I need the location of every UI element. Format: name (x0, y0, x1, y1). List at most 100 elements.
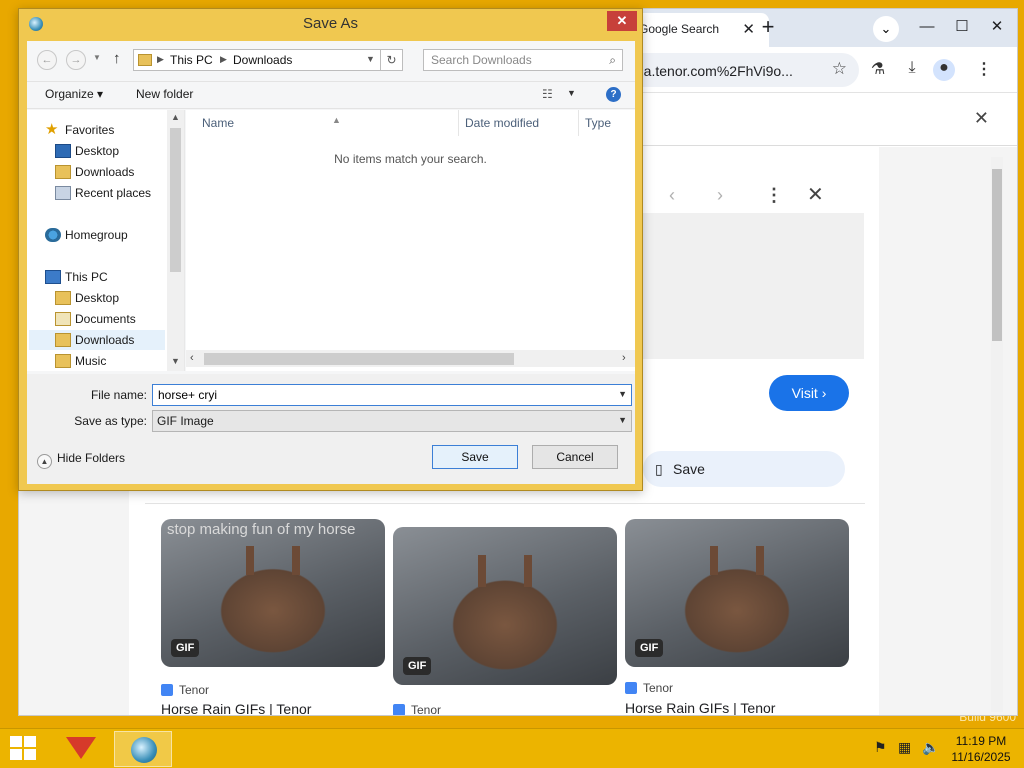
gif-result-card[interactable]: stop making fun of my horse GIF (161, 519, 385, 667)
visit-button[interactable]: Visit › (769, 375, 849, 411)
horse-image (246, 545, 300, 576)
save-as-type-dropdown-icon[interactable]: ▼ (618, 415, 627, 425)
system-clock[interactable]: 11:19 PM 11/16/2025 (946, 733, 1016, 765)
labs-flask-icon[interactable]: ⚗ (867, 59, 889, 81)
back-arrow-icon[interactable]: ← (37, 50, 57, 70)
scroll-left-icon[interactable]: ‹ (190, 352, 194, 364)
refresh-icon[interactable]: ↻ (381, 49, 403, 71)
view-dropdown-icon[interactable]: ▼ (567, 88, 576, 98)
divider (145, 503, 865, 504)
column-header-date-modified[interactable]: Date modified (458, 110, 578, 136)
command-bar: Organize ▾ New folder ☷ ▼ ? (27, 81, 635, 109)
save-as-type-select[interactable]: GIF Image ▼ (152, 410, 632, 432)
scrollbar-thumb[interactable] (170, 128, 181, 272)
tree-item-favorites[interactable]: ★ Favorites (45, 120, 165, 140)
result-title[interactable]: Horse Rain GIFs | Tenor (625, 700, 775, 715)
maximize-button[interactable]: ☐ (944, 13, 980, 41)
taskbar-app-globe-icon[interactable] (114, 731, 172, 767)
tree-item-recent-places[interactable]: Recent places (55, 183, 165, 203)
new-folder-button[interactable]: New folder (136, 87, 193, 101)
bookmark-icon: ▯ (655, 461, 663, 477)
breadcrumb-chevron-icon[interactable]: ▶ (157, 54, 164, 65)
tree-item-documents[interactable]: Documents (55, 309, 165, 329)
tree-item-this-pc[interactable]: This PC (45, 267, 165, 287)
breadcrumb-downloads[interactable]: Downloads (233, 53, 292, 67)
image-preview (629, 213, 864, 359)
homegroup-icon (45, 228, 61, 242)
recent-locations-chevron-icon[interactable]: ▼ (93, 53, 101, 62)
address-bar[interactable]: edia.tenor.com%2FhVi9o... ☆ (609, 53, 859, 87)
dialog-close-button[interactable]: ✕ (607, 11, 637, 31)
address-dropdown-icon[interactable]: ▼ (366, 54, 375, 64)
result-source[interactable]: Tenor (161, 683, 209, 697)
help-icon[interactable]: ? (606, 87, 621, 102)
search-downloads[interactable]: ⌕ (423, 49, 623, 71)
result-title[interactable]: Horse Rain GIFs | Tenor (161, 701, 311, 715)
minimize-button[interactable]: — (909, 13, 945, 41)
infobar-close-icon[interactable]: ✕ (974, 108, 989, 129)
result-source[interactable]: Tenor (625, 681, 673, 695)
gif-badge: GIF (635, 639, 664, 657)
gif-badge: GIF (403, 657, 432, 675)
close-window-button[interactable]: ✕ (979, 13, 1015, 41)
scroll-up-icon[interactable]: ▲ (171, 112, 180, 122)
next-icon[interactable]: › (717, 185, 723, 206)
browser-menu-icon[interactable]: ⋮ (973, 59, 995, 81)
dialog-title: Save As (302, 15, 359, 32)
search-icon: ⌕ (609, 53, 616, 67)
start-windows-icon[interactable] (10, 736, 38, 762)
save-button[interactable]: Save (432, 445, 518, 469)
network-icon[interactable]: ▦ (898, 739, 911, 756)
search-input[interactable] (424, 50, 602, 70)
organize-button[interactable]: Organize ▾ (45, 87, 103, 101)
tree-item-desktop[interactable]: Desktop (55, 141, 165, 161)
change-view-icon[interactable]: ☷ (542, 87, 553, 101)
tree-item-music[interactable]: Music (55, 351, 165, 371)
tenor-favicon-icon (625, 682, 637, 694)
scrollbar-thumb[interactable] (204, 353, 514, 365)
breadcrumb-this-pc[interactable]: This PC (170, 53, 213, 67)
scroll-down-icon[interactable]: ▼ (171, 356, 180, 366)
downloads-folder-icon (55, 165, 71, 179)
tab-close-icon[interactable]: ✕ (742, 20, 755, 38)
breadcrumb-chevron-icon[interactable]: ▶ (220, 54, 227, 65)
taskbar-app-red-icon[interactable] (52, 731, 110, 767)
scrollbar-thumb[interactable] (992, 169, 1002, 341)
nav-pane-scrollbar[interactable]: ▲ ▼ (167, 110, 184, 371)
file-name-input[interactable] (153, 385, 611, 405)
download-icon[interactable]: ⤓ (901, 59, 923, 81)
cancel-button[interactable]: Cancel (532, 445, 618, 469)
tree-item-downloads-selected[interactable]: Downloads (29, 330, 165, 350)
address-breadcrumb[interactable]: ▶ This PC ▶ Downloads ▼ (133, 49, 381, 71)
forward-arrow-icon[interactable]: → (66, 50, 86, 70)
gif-result-card[interactable]: GIF (625, 519, 849, 667)
tree-item-homegroup[interactable]: Homegroup (45, 225, 165, 245)
scroll-right-icon[interactable]: › (622, 352, 626, 364)
volume-muted-icon[interactable]: 🔈 (922, 739, 939, 756)
new-tab-button[interactable]: + (755, 15, 781, 41)
page-scrollbar[interactable] (991, 157, 1003, 712)
up-arrow-icon[interactable]: ↑ (113, 50, 121, 67)
tree-item-desktop[interactable]: Desktop (55, 288, 165, 308)
tab-google-search[interactable]: Google Search ✕ (629, 13, 769, 47)
tree-item-downloads[interactable]: Downloads (55, 162, 165, 182)
save-image-button[interactable]: ▯ Save (643, 451, 845, 487)
column-header-name[interactable]: Name ▲ (196, 110, 458, 136)
file-list-hscrollbar[interactable]: ‹ › (186, 350, 635, 367)
file-name-dropdown-icon[interactable]: ▼ (618, 389, 627, 399)
previous-icon[interactable]: ‹ (669, 185, 675, 206)
tab-search-chevron-icon[interactable]: ⌄ (873, 16, 899, 42)
file-name-combobox[interactable]: ▼ (152, 384, 632, 406)
hide-folders-button[interactable]: ▲ Hide Folders (37, 451, 125, 469)
save-as-type-value: GIF Image (157, 414, 214, 428)
profile-avatar-icon[interactable]: ● (933, 59, 955, 81)
action-center-flag-icon[interactable]: ⚑ (874, 739, 887, 756)
source-label: Tenor (411, 703, 442, 716)
bookmark-star-icon[interactable]: ☆ (832, 59, 847, 79)
gif-result-card[interactable]: GIF (393, 527, 617, 685)
result-source[interactable]: Tenor (393, 703, 442, 716)
column-header-type[interactable]: Type (578, 110, 638, 136)
more-options-icon[interactable]: ⋮ (765, 185, 783, 206)
collapse-up-icon: ▲ (37, 454, 52, 469)
close-panel-icon[interactable]: ✕ (807, 182, 824, 207)
